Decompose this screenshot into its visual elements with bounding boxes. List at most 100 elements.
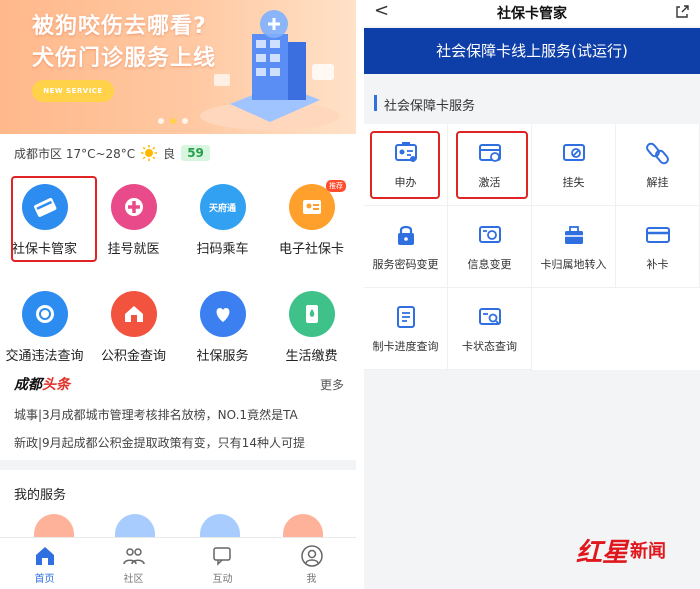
watermark-part-a: 红星 xyxy=(576,537,629,568)
service-label: 解挂 xyxy=(646,175,669,189)
weather-location-temp: 成都市区 17°C~28°C xyxy=(14,146,136,161)
service-reissue-card[interactable]: 补卡 xyxy=(616,206,700,288)
weather-bar[interactable]: 成都市区 17°C~28°C 良 59 xyxy=(14,143,210,163)
service-label: 交通违法查询 xyxy=(5,349,84,364)
transfer-icon xyxy=(564,225,583,244)
sun-icon xyxy=(141,145,158,161)
tab-label: 我 xyxy=(306,574,317,585)
social-icon xyxy=(199,291,246,337)
share-icon[interactable] xyxy=(674,4,690,20)
lock-icon xyxy=(397,225,414,245)
news-item[interactable]: 城事|3月成都城市管理考核排名放榜，NO.1竟然是TA xyxy=(14,406,344,423)
tab-label: 首页 xyxy=(34,574,55,585)
right-phone-screen: < 社保卡管家 社会保障卡线上服务(试运行) 社会保障卡服务 申办 激活 挂失 … xyxy=(364,0,700,589)
service-social-insurance[interactable]: 社保服务 xyxy=(178,285,267,373)
service-report-loss[interactable]: 挂失 xyxy=(532,124,616,206)
tab-label: 社区 xyxy=(123,574,144,585)
service-label: 生活缴费 xyxy=(285,349,338,364)
section-divider xyxy=(0,460,356,470)
service-utility-payment[interactable]: 生活缴费 xyxy=(267,285,356,373)
news-brand: 成都头条 xyxy=(14,374,70,394)
watermark-logo: 红星 新闻 xyxy=(576,530,666,570)
service-icon-peek xyxy=(283,514,323,538)
carousel-dots[interactable] xyxy=(158,118,188,124)
service-icon-peek xyxy=(200,514,240,538)
service-icon-peek xyxy=(34,514,74,538)
service-status-query[interactable]: 卡状态查询 xyxy=(448,288,532,370)
service-grid-row2: 交通违法查询 公积金查询 社保服务 生活缴费 xyxy=(0,285,356,373)
service-label: 扫码乘车 xyxy=(196,242,249,257)
air-quality-label: 良 xyxy=(163,146,176,161)
service-label: 电子社保卡 xyxy=(278,242,344,257)
user-icon xyxy=(300,545,323,567)
status-query-icon xyxy=(478,307,501,325)
medical-icon xyxy=(110,184,157,230)
banner-title-line2: 犬伤门诊服务上线 xyxy=(32,46,217,71)
service-label: 服务密码变更 xyxy=(372,257,439,271)
tab-me[interactable]: 我 xyxy=(267,538,356,589)
service-housing-fund[interactable]: 公积金查询 xyxy=(89,285,178,373)
section-header: 社会保障卡服务 xyxy=(364,82,700,124)
promo-banner[interactable]: 被狗咬伤去哪看? 犬伤门诊服务上线 NEW SERVICE xyxy=(0,0,356,134)
section-accent-bar xyxy=(374,95,377,111)
highlight-box-apply xyxy=(370,131,440,199)
transit-icon-text: 天府通 xyxy=(208,203,236,214)
news-brand-b: 头条 xyxy=(42,377,70,393)
banner-title-line1: 被狗咬伤去哪看? xyxy=(32,14,207,39)
watermark-part-b: 新闻 xyxy=(630,541,667,562)
service-password-change[interactable]: 服务密码变更 xyxy=(364,206,448,288)
tab-home[interactable]: 首页 xyxy=(0,538,89,589)
section-title: 社会保障卡服务 xyxy=(384,99,476,114)
carousel-dot-active[interactable] xyxy=(170,118,176,124)
new-service-button[interactable]: NEW SERVICE xyxy=(32,80,114,102)
my-services-title: 我的服务 xyxy=(14,488,67,503)
page-title: 社保卡管家 xyxy=(497,6,567,22)
reissue-card-icon xyxy=(645,226,670,243)
news-brand-a: 成都 xyxy=(14,377,42,393)
aqi-badge: 59 xyxy=(181,145,210,161)
home-icon xyxy=(35,547,54,565)
carousel-dot[interactable] xyxy=(182,118,188,124)
traffic-icon xyxy=(21,291,68,337)
tab-community[interactable]: 社区 xyxy=(89,538,178,589)
service-label: 挂失 xyxy=(562,175,585,189)
service-label: 信息变更 xyxy=(467,257,512,271)
carousel-dot[interactable] xyxy=(158,118,164,124)
info-change-icon xyxy=(478,225,501,243)
service-traffic-violation[interactable]: 交通违法查询 xyxy=(0,285,89,373)
unlink-icon xyxy=(645,142,669,164)
service-e-social-card[interactable]: 推荐 电子社保卡 xyxy=(267,178,356,266)
service-label: 制卡进度查询 xyxy=(372,339,439,353)
news-more-link[interactable]: 更多 xyxy=(320,376,344,393)
community-icon xyxy=(122,548,145,565)
bottom-tab-bar: 首页 社区 互动 我 xyxy=(0,537,356,589)
nav-bar: < 社保卡管家 xyxy=(364,0,700,26)
chat-icon xyxy=(212,547,231,566)
service-icon-peek xyxy=(115,514,155,538)
grid-empty-space xyxy=(532,288,700,370)
service-card-transfer[interactable]: 卡归属地转入 xyxy=(532,206,616,288)
news-item[interactable]: 新政|9月起成都公积金提取政策有变，只有14种人可提 xyxy=(14,434,344,451)
fund-icon xyxy=(110,291,157,337)
service-label: 补卡 xyxy=(646,257,669,271)
service-scan-transit[interactable]: 天府通 扫码乘车 xyxy=(178,178,267,266)
service-medical-registration[interactable]: 挂号就医 xyxy=(89,178,178,266)
ecard-icon xyxy=(288,184,335,230)
service-label: 卡归属地转入 xyxy=(540,257,607,271)
service-banner: 社会保障卡线上服务(试运行) xyxy=(364,28,700,74)
progress-icon xyxy=(396,305,415,328)
left-phone-screen: 被狗咬伤去哪看? 犬伤门诊服务上线 NEW SERVICE 成都市区 17°C~… xyxy=(0,0,356,589)
service-label: 卡状态查询 xyxy=(462,339,517,353)
report-loss-icon xyxy=(562,143,585,161)
highlight-box-social-card xyxy=(11,176,97,262)
service-info-change[interactable]: 信息变更 xyxy=(448,206,532,288)
service-unlink[interactable]: 解挂 xyxy=(616,124,700,206)
tab-interaction[interactable]: 互动 xyxy=(178,538,267,589)
service-label: 社保服务 xyxy=(196,349,249,364)
transit-icon: 天府通 xyxy=(199,184,246,230)
service-label: 挂号就医 xyxy=(107,242,160,257)
service-progress-query[interactable]: 制卡进度查询 xyxy=(364,288,448,370)
utility-icon xyxy=(288,291,335,337)
building-illustration xyxy=(200,10,340,130)
tab-label: 互动 xyxy=(212,574,233,585)
